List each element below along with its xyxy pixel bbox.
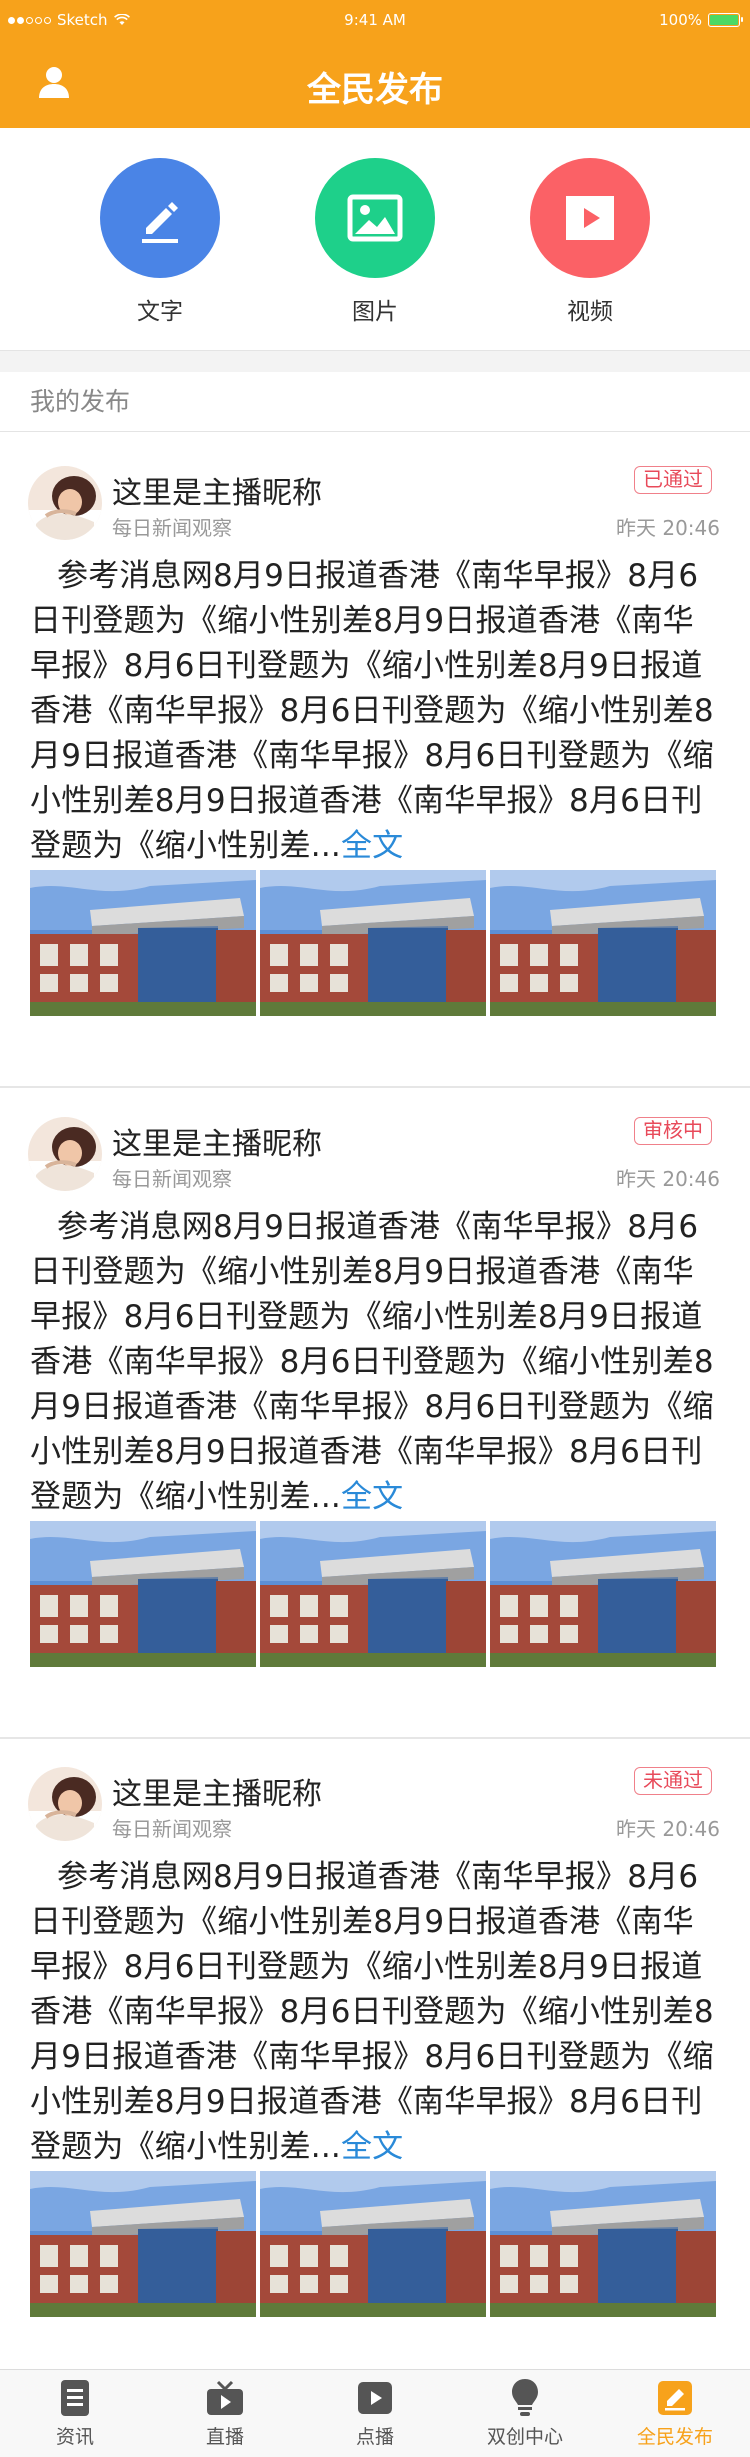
video-play-icon: [530, 158, 650, 278]
avatar[interactable]: [28, 466, 102, 540]
tab-innovation[interactable]: 双创中心: [450, 2370, 600, 2457]
author-name: 这里是主播昵称: [112, 1127, 322, 1162]
status-badge: 已通过: [634, 466, 712, 494]
battery-percent: 100%: [659, 11, 702, 29]
tab-vod-label: 点播: [355, 2426, 394, 2448]
tab-news[interactable]: 资讯: [0, 2370, 150, 2457]
post-text: 参考消息网8月9日报道香港《南华早报》8月6日刊登题为《缩小性别差8月9日报道香…: [30, 1859, 714, 2165]
status-badge: 未通过: [634, 1767, 712, 1795]
post-content: 参考消息网8月9日报道香港《南华早报》8月6日刊登题为《缩小性别差8月9日报道香…: [30, 1855, 720, 2170]
status-badge: 审核中: [634, 1117, 712, 1145]
post-source: 每日新闻观察: [112, 516, 232, 540]
post-photos: [30, 870, 720, 1016]
tab-bar: 资讯 直播 点播 双创中心 全民发布: [0, 2369, 750, 2457]
post-text: 参考消息网8月9日报道香港《南华早报》8月6日刊登题为《缩小性别差8月9日报道香…: [30, 1209, 714, 1515]
tab-news-label: 资讯: [55, 2426, 94, 2448]
post-text: 参考消息网8月9日报道香港《南华早报》8月6日刊登题为《缩小性别差8月9日报道香…: [30, 558, 714, 864]
read-more-link[interactable]: 全文: [341, 828, 403, 864]
play-icon: [300, 2376, 450, 2420]
post-photos: [30, 1521, 720, 1667]
tab-innovation-label: 双创中心: [486, 2426, 563, 2448]
read-more-link[interactable]: 全文: [341, 1479, 403, 1515]
tab-publish[interactable]: 全民发布: [600, 2370, 750, 2457]
pencil-icon: [100, 158, 220, 278]
tab-publish-label: 全民发布: [636, 2426, 713, 2448]
tab-live-label: 直播: [205, 2426, 244, 2448]
publish-image-label: 图片: [352, 299, 398, 325]
image-icon: [315, 158, 435, 278]
battery-icon: [708, 13, 743, 27]
post-photo[interactable]: [30, 1521, 256, 1667]
header: Sketch 9:41 AM 100% 全民发布: [0, 0, 750, 128]
section-spacer: [0, 350, 750, 372]
author-name: 这里是主播昵称: [112, 476, 322, 511]
post-source: 每日新闻观察: [112, 1817, 232, 1841]
post-photo[interactable]: [30, 2171, 256, 2317]
section-title: 我的发布: [0, 372, 750, 432]
post-time: 昨天 20:46: [616, 516, 720, 540]
post-photo[interactable]: [260, 1521, 486, 1667]
post-content: 参考消息网8月9日报道香港《南华早报》8月6日刊登题为《缩小性别差8月9日报道香…: [30, 554, 720, 869]
publish-video-button[interactable]: 视频: [530, 158, 650, 326]
clock: 9:41 AM: [344, 11, 406, 29]
page: Sketch 9:41 AM 100% 全民发布 文字 图片 视频 我的发布 这…: [0, 0, 750, 2457]
post-time: 昨天 20:46: [616, 1167, 720, 1191]
post-photo[interactable]: [260, 870, 486, 1016]
post-photo[interactable]: [490, 1521, 716, 1667]
author-name: 这里是主播昵称: [112, 1777, 322, 1812]
status-bar: Sketch 9:41 AM 100%: [0, 0, 750, 40]
post-photo[interactable]: [490, 2171, 716, 2317]
edit-icon: [600, 2376, 750, 2420]
post-card[interactable]: 这里是主播昵称每日新闻观察 已通过昨天 20:46 参考消息网8月9日报道香港《南华…: [0, 438, 750, 1088]
post-photo[interactable]: [260, 2171, 486, 2317]
post-card[interactable]: 这里是主播昵称每日新闻观察 未通过昨天 20:46 参考消息网8月9日报道香港《南华…: [0, 1739, 750, 2389]
publish-video-label: 视频: [567, 299, 613, 325]
avatar[interactable]: [28, 1767, 102, 1841]
publish-text-button[interactable]: 文字: [100, 158, 220, 326]
post-source: 每日新闻观察: [112, 1167, 232, 1191]
post-photo[interactable]: [490, 870, 716, 1016]
avatar[interactable]: [28, 1117, 102, 1191]
tab-live[interactable]: 直播: [150, 2370, 300, 2457]
tab-vod[interactable]: 点播: [300, 2370, 450, 2457]
publish-image-button[interactable]: 图片: [315, 158, 435, 326]
tv-icon: [150, 2376, 300, 2420]
news-icon: [0, 2376, 150, 2420]
page-title: 全民发布: [307, 70, 443, 110]
post-photo[interactable]: [30, 870, 256, 1016]
publish-actions: 文字 图片 视频: [0, 128, 750, 350]
battery-info: 100%: [659, 11, 743, 29]
read-more-link[interactable]: 全文: [341, 2129, 403, 2165]
post-content: 参考消息网8月9日报道香港《南华早报》8月6日刊登题为《缩小性别差8月9日报道香…: [30, 1205, 720, 1520]
publish-text-label: 文字: [137, 299, 183, 325]
post-divider: [0, 1086, 750, 1088]
post-time: 昨天 20:46: [616, 1817, 720, 1841]
lightbulb-icon: [450, 2376, 600, 2420]
post-card[interactable]: 这里是主播昵称每日新闻观察 审核中昨天 20:46 参考消息网8月9日报道香港《南华…: [0, 1089, 750, 1739]
post-photos: [30, 2171, 720, 2317]
